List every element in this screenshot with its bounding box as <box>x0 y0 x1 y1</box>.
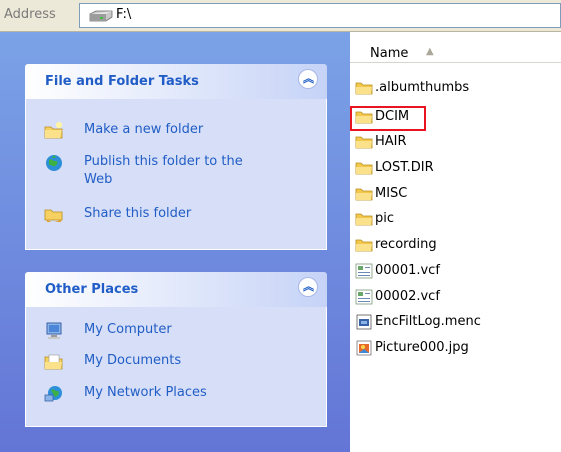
file-name: EncFiltLog.menc <box>375 314 481 329</box>
folder-icon <box>355 134 373 150</box>
computer-icon <box>46 322 62 339</box>
file-name: DCIM <box>375 109 410 124</box>
other-places-panel: Other Places ︽ My Computer My Documents … <box>25 272 327 427</box>
data-file-icon <box>355 314 373 330</box>
file-name: pic <box>375 211 395 226</box>
other-places-header[interactable]: Other Places ︽ <box>25 272 327 307</box>
address-label: Address <box>4 7 56 22</box>
task-label: Share this folder <box>84 206 192 221</box>
vcard-icon <box>355 289 373 305</box>
task-label: My Computer <box>84 322 172 337</box>
task-label: My Network Places <box>84 385 207 400</box>
file-name: HAIR <box>375 134 407 149</box>
folder-icon <box>355 211 373 227</box>
publish-web-icon <box>46 155 62 171</box>
file-name: .albumthumbs <box>375 80 470 95</box>
address-bar: Address F:\ <box>0 0 561 32</box>
folder-icon <box>355 186 373 202</box>
name-column-label: Name <box>370 46 409 61</box>
documents-icon <box>44 354 63 370</box>
network-icon <box>44 386 62 402</box>
address-value: F:\ <box>116 7 132 22</box>
chevron-up-icon[interactable]: ︽ <box>298 69 318 89</box>
file-name: recording <box>375 237 437 252</box>
file-name: LOST.DIR <box>375 160 434 175</box>
file-name: 00002.vcf <box>375 289 440 304</box>
image-file-icon <box>355 340 373 356</box>
task-label: Make a new folder <box>84 122 204 137</box>
folder-icon <box>355 237 373 253</box>
share-folder-icon <box>44 209 63 222</box>
file-list: Name ▲ .albumthumbs DCIM HAIR LOST.DIR MISC p… <box>350 32 561 452</box>
drive-icon <box>89 10 113 22</box>
file-name: 00001.vcf <box>375 263 440 278</box>
chevron-up-icon[interactable]: ︽ <box>298 277 318 297</box>
panel-title: Other Places <box>45 282 139 297</box>
task-label-line2: Web <box>84 172 113 187</box>
panel-title: File and Folder Tasks <box>45 74 199 89</box>
file-name: MISC <box>375 186 408 201</box>
file-folder-tasks-header[interactable]: File and Folder Tasks ︽ <box>25 64 327 99</box>
folder-icon <box>355 109 373 125</box>
task-label: My Documents <box>84 353 182 368</box>
other-places-body: My Computer My Documents My Network Plac… <box>25 307 327 427</box>
file-name: Picture000.jpg <box>375 340 469 355</box>
address-field[interactable]: F:\ <box>79 3 561 28</box>
folder-icon <box>355 80 373 96</box>
new-folder-icon <box>44 122 63 139</box>
sort-ascending-icon: ▲ <box>426 46 434 57</box>
task-pane: File and Folder Tasks ︽ Make a new folde… <box>0 32 350 452</box>
vcard-icon <box>355 263 373 279</box>
task-label: Publish this folder to the <box>84 154 243 169</box>
file-folder-tasks-panel: File and Folder Tasks ︽ Make a new folde… <box>25 64 327 250</box>
file-folder-tasks-body: Make a new folder Publish this folder to… <box>25 99 327 250</box>
folder-icon <box>355 160 373 176</box>
